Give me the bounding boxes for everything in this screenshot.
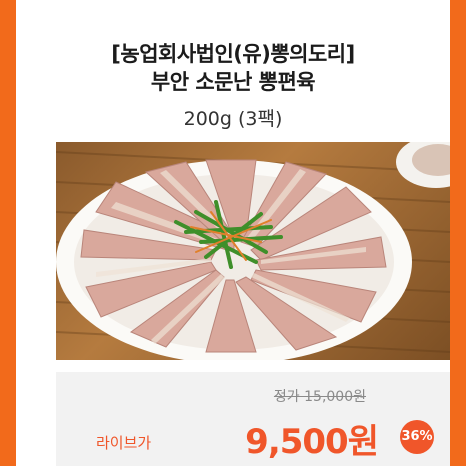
price-box: 정가 15,000원 라이브가 9,500원 36% <box>56 372 450 466</box>
product-title-brand: [농업회사법인(유)뽕의도리] <box>111 42 355 66</box>
product-title-name: 부안 소문난 뽕편육 <box>150 70 316 94</box>
product-image[interactable] <box>56 142 450 360</box>
product-card[interactable]: [농업회사법인(유)뽕의도리] 부안 소문난 뽕편육 200g (3팩) 정가 … <box>16 0 450 466</box>
sale-price: 9,500원 <box>245 422 379 462</box>
pork-platter-illustration <box>56 142 450 360</box>
original-price: 정가 15,000원 <box>273 389 366 405</box>
product-weight: 200g (3팩) <box>183 108 283 130</box>
live-price-label: 라이브가 <box>96 434 152 452</box>
discount-badge: 36% <box>400 420 434 454</box>
